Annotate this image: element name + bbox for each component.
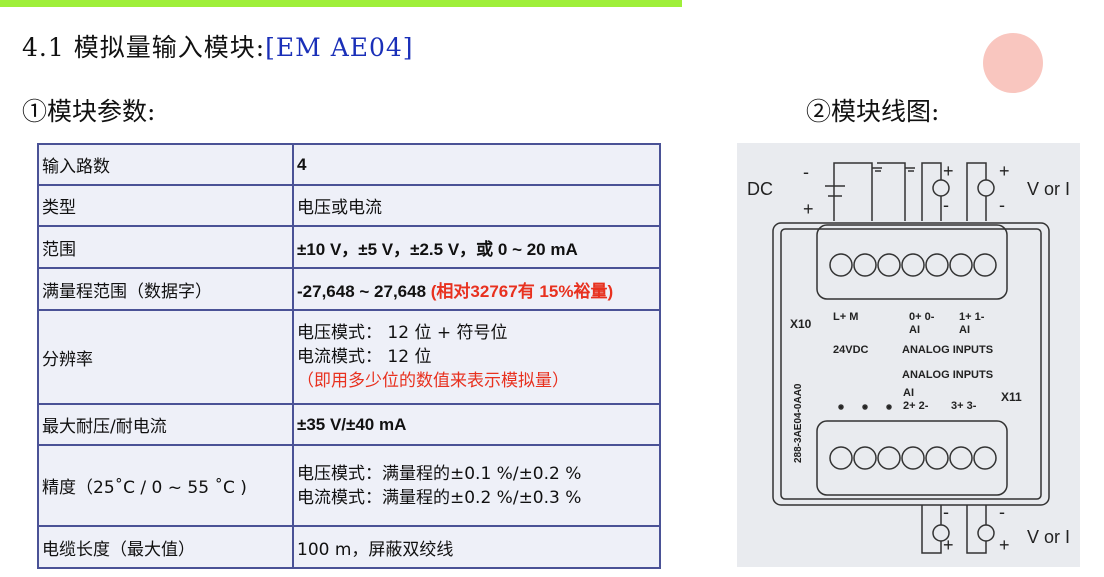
svg-text:-: -: [999, 195, 1005, 215]
params-table: 输入路数 4 类型 电压或电流 范围 ±10 V，±5 V，±2.5 V，或 0 ~ …: [37, 143, 661, 569]
svg-text:-: -: [943, 195, 949, 215]
svg-text:AI: AI: [909, 324, 920, 336]
svg-text:24VDC: 24VDC: [833, 344, 869, 356]
svg-text:ANALOG INPUTS: ANALOG INPUTS: [902, 369, 993, 381]
svg-text:-: -: [943, 502, 949, 522]
svg-text:2+ 2-: 2+ 2-: [903, 400, 929, 412]
svg-text:V or I: V or I: [1027, 527, 1070, 547]
svg-text:+: +: [999, 161, 1010, 181]
section-params-title: ①模块参数:: [22, 97, 156, 126]
svg-text:+: +: [943, 161, 954, 181]
pointer-dot: [983, 33, 1043, 93]
table-row: 范围 ±10 V，±5 V，±2.5 V，或 0 ~ 20 mA: [37, 225, 661, 269]
svg-text:+: +: [803, 199, 814, 219]
svg-text:V or I: V or I: [1027, 179, 1070, 199]
svg-text:L+ M: L+ M: [833, 311, 858, 323]
svg-text:-: -: [803, 162, 809, 182]
svg-text:+: +: [999, 535, 1010, 555]
svg-text:X10: X10: [790, 317, 812, 331]
table-row: 精度（25˚C / 0 ~ 55 ˚C ) 电压模式：满量程的±0.1 %/±0.…: [37, 444, 661, 527]
table-row: 类型 电压或电流: [37, 184, 661, 227]
terminal-row-top: [829, 253, 997, 277]
table-row: 电缆长度（最大值） 100 m，屏蔽双绞线: [37, 525, 661, 569]
svg-text:+: +: [943, 535, 954, 555]
svg-text:AI: AI: [903, 387, 914, 399]
section-wiring-title: ②模块线图:: [806, 97, 940, 126]
svg-text:AI: AI: [959, 324, 970, 336]
table-row: 满量程范围（数据字） -27,648 ~ 27,648 (相对32767有 15%…: [37, 267, 661, 311]
svg-text:DC: DC: [747, 179, 773, 199]
table-row: 输入路数 4: [37, 143, 661, 186]
wiring-diagram: DC - + + - + - V or I X10 L+ M 24VDC 0+ …: [737, 143, 1080, 567]
svg-text:0+ 0-: 0+ 0-: [909, 311, 935, 323]
page-title: 4.1 模拟量输入模块:[EM AE04]: [22, 33, 414, 62]
table-row: 分辨率 电压模式： 12 位 + 符号位 电流模式： 12 位（即用多少位的数值来表…: [37, 309, 661, 405]
svg-text:288-3AE04-0AA0: 288-3AE04-0AA0: [793, 383, 804, 463]
svg-text:1+ 1-: 1+ 1-: [959, 311, 985, 323]
svg-text:X11: X11: [1001, 390, 1022, 404]
svg-text:ANALOG INPUTS: ANALOG INPUTS: [902, 344, 993, 356]
table-row: 最大耐压/耐电流 ±35 V/±40 mA: [37, 403, 661, 446]
svg-text:3+ 3-: 3+ 3-: [951, 400, 977, 412]
terminal-row-bottom: [829, 446, 997, 470]
top-accent-bar: [0, 0, 682, 7]
svg-text:-: -: [999, 502, 1005, 522]
